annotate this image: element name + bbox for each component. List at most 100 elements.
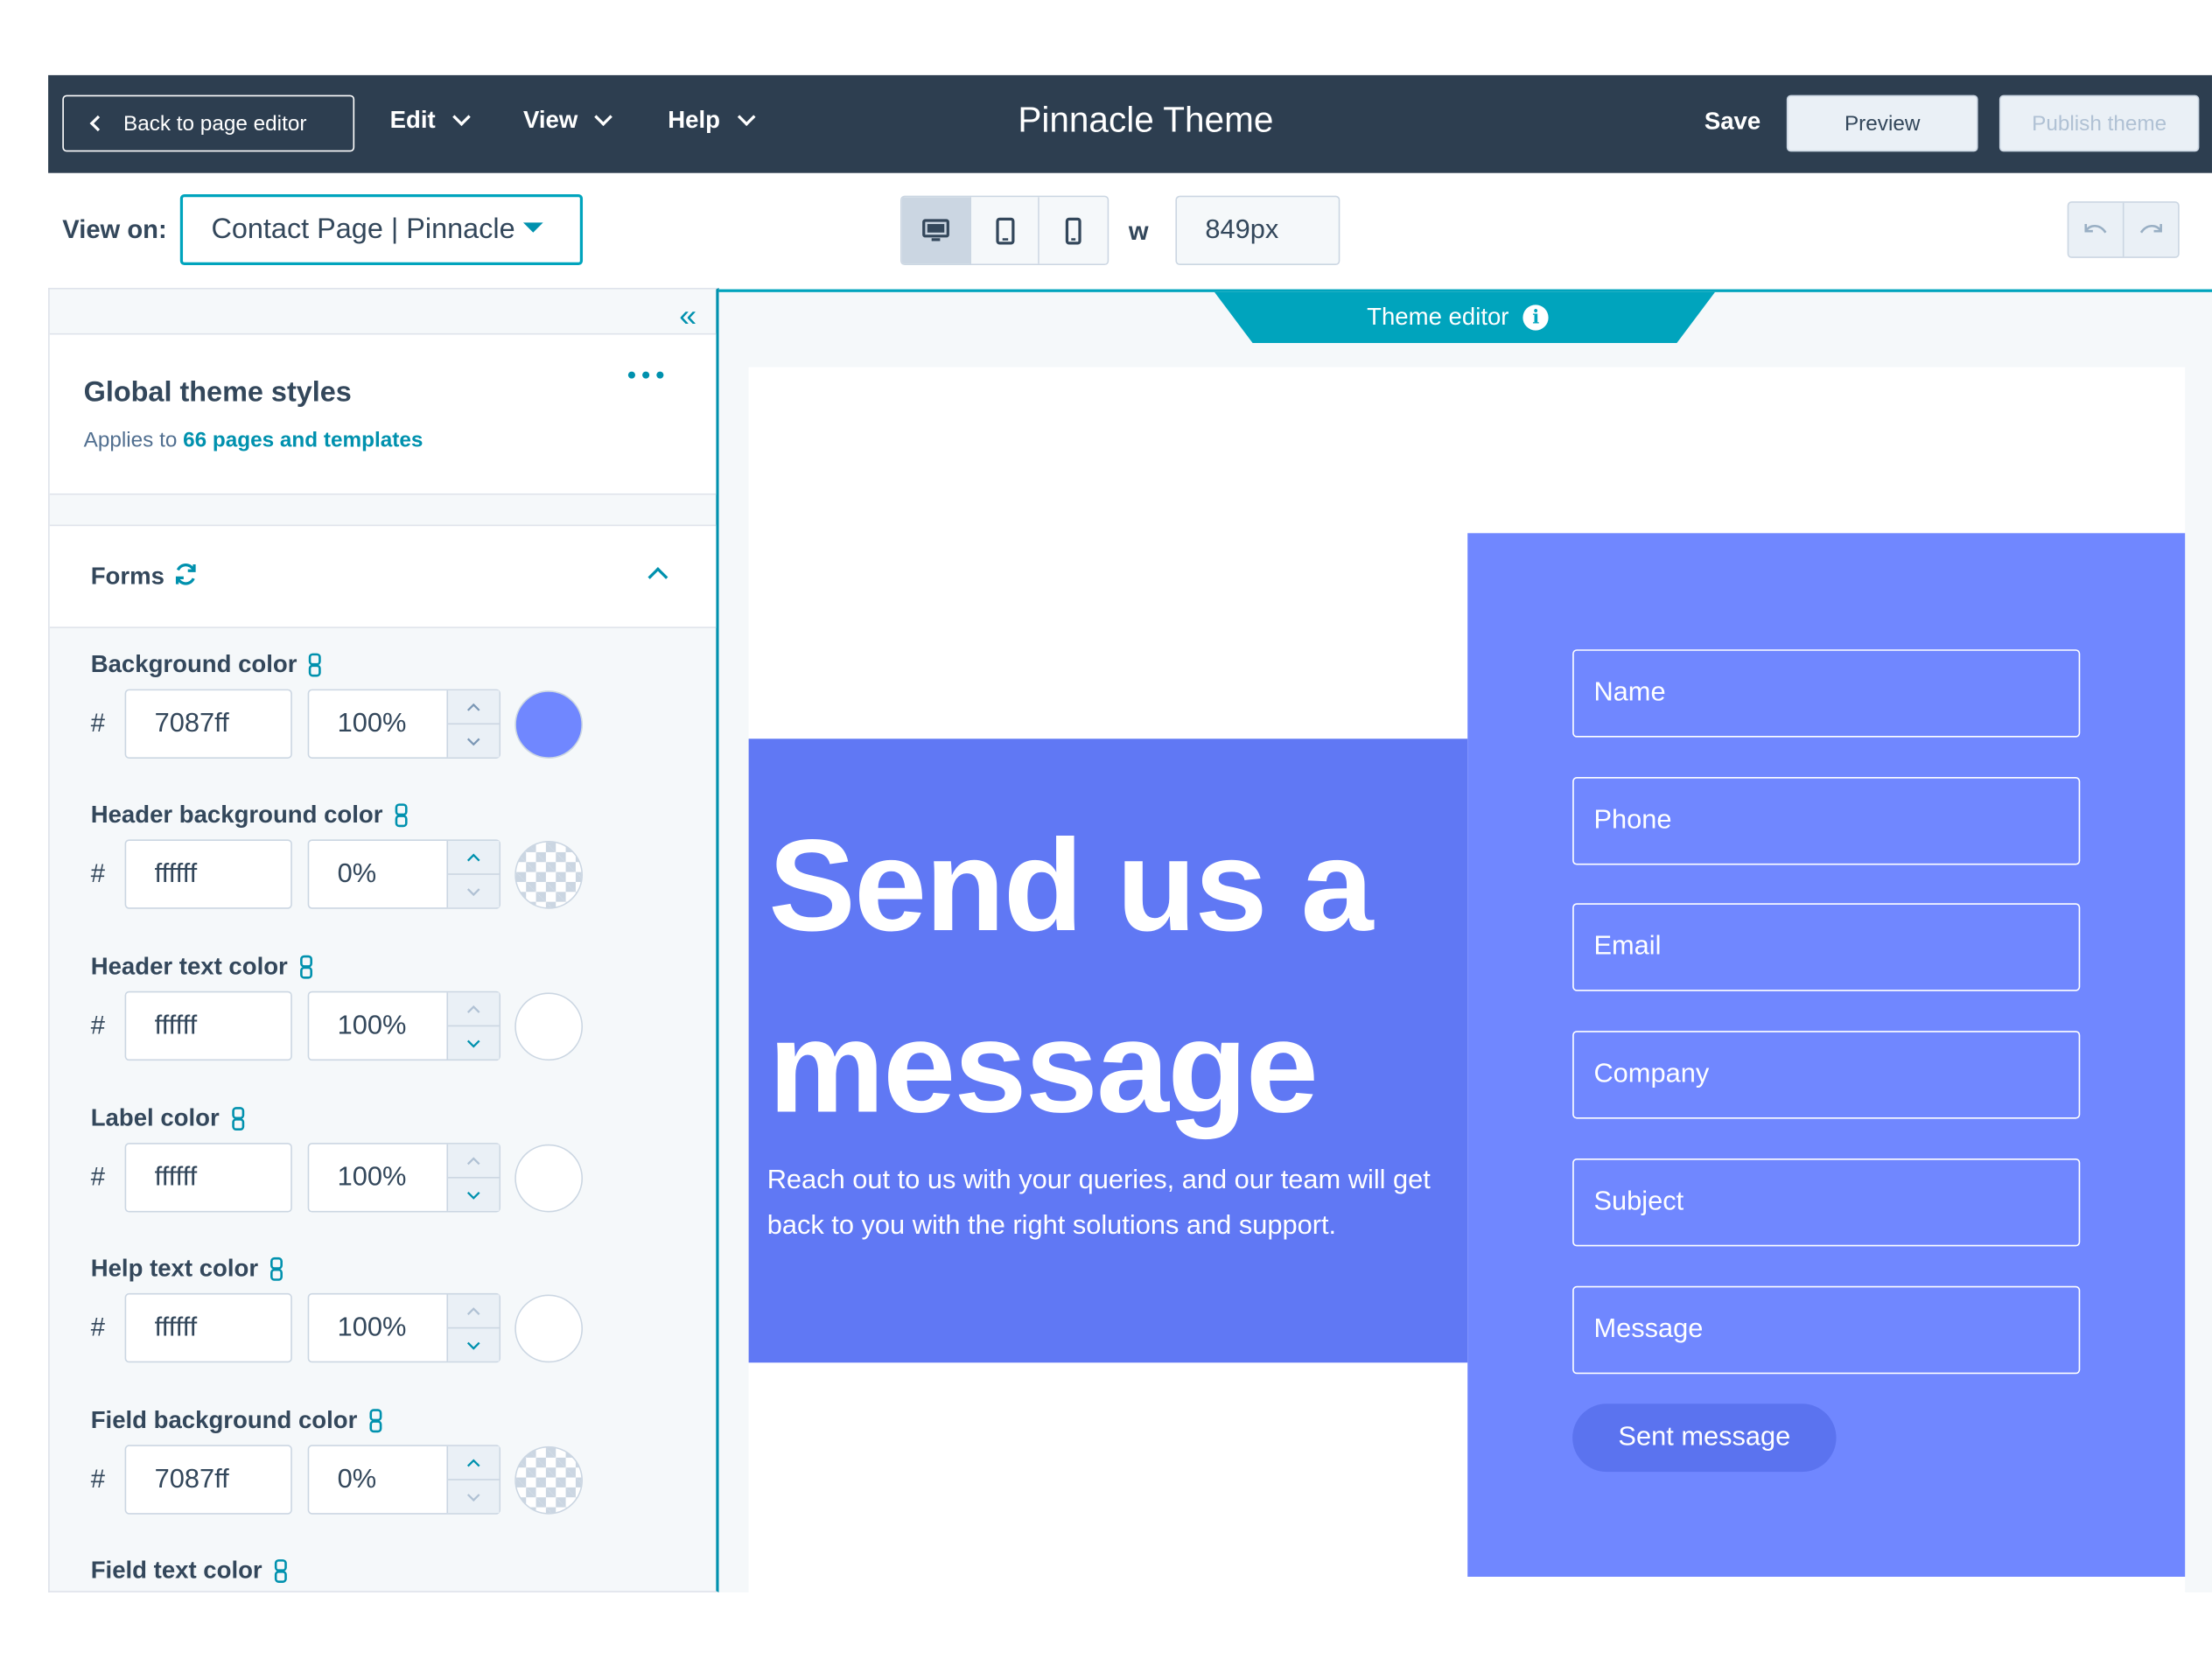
hex-color-input[interactable]: ffffff (124, 1292, 292, 1363)
sync-icon (175, 564, 196, 585)
hash-symbol: # (90, 709, 105, 738)
contact-page-preview: Send us a message Reach out to us with y… (748, 367, 2186, 1592)
tablet-view-button[interactable] (970, 197, 1040, 264)
background-color-setting: Background color # 7087ff 100% (90, 649, 687, 759)
opacity-value[interactable]: 0% (309, 841, 446, 907)
opacity-value[interactable]: 100% (309, 690, 446, 757)
chevron-up-icon[interactable] (448, 1295, 500, 1329)
hex-color-input[interactable]: ffffff (124, 1143, 292, 1213)
color-swatch[interactable] (514, 992, 584, 1061)
hash-symbol: # (90, 1011, 105, 1040)
undo-redo-group (2067, 201, 2180, 258)
link-icon[interactable] (299, 955, 313, 980)
setting-label: Background color (90, 650, 298, 678)
hash-symbol: # (90, 1312, 105, 1341)
opacity-input: 100% (307, 1143, 501, 1213)
desktop-view-button[interactable] (901, 197, 971, 264)
global-theme-styles-card: Global theme styles Applies to 66 pages … (49, 332, 717, 495)
setting-label: Field background color (90, 1406, 358, 1434)
chevron-up-icon[interactable] (448, 690, 500, 725)
redo-icon (2139, 224, 2162, 234)
link-icon[interactable] (308, 652, 322, 677)
link-icon[interactable] (368, 1408, 382, 1433)
setting-label: Header background color (90, 801, 383, 829)
hash-symbol: # (90, 859, 105, 888)
contact-form: Name Phone Email Company Subject Message… (1467, 533, 2186, 1577)
publish-theme-button[interactable]: Publish theme (1998, 94, 2200, 152)
hex-color-input[interactable]: 7087ff (124, 689, 292, 759)
more-options-icon[interactable] (627, 371, 664, 379)
label-color-setting: Label color # ffffff 100% (90, 1103, 687, 1213)
forms-section-header[interactable]: Forms (49, 524, 717, 628)
opacity-input: 100% (307, 990, 501, 1061)
opacity-value[interactable]: 100% (309, 1144, 446, 1211)
applies-to-prefix: Applies to (83, 428, 178, 452)
message-field[interactable]: Message (1572, 1285, 2081, 1375)
global-theme-styles-title: Global theme styles (83, 377, 352, 409)
caret-down-icon (523, 221, 544, 232)
redo-button[interactable] (2124, 203, 2179, 257)
opacity-stepper (446, 1144, 500, 1211)
email-field[interactable]: Email (1572, 903, 2081, 991)
opacity-input: 0% (307, 839, 501, 909)
preview-button[interactable]: Preview (1786, 94, 1978, 152)
setting-label: Header text color (90, 952, 288, 980)
subject-field[interactable]: Subject (1572, 1158, 2081, 1247)
color-swatch[interactable] (514, 1294, 584, 1363)
chevron-down-icon[interactable] (448, 875, 499, 907)
width-input[interactable]: 849px (1175, 195, 1340, 266)
link-icon[interactable] (274, 1558, 288, 1584)
color-swatch[interactable] (514, 1446, 584, 1515)
setting-label: Label color (90, 1104, 220, 1132)
link-icon[interactable] (270, 1256, 284, 1282)
mobile-view-button[interactable] (1040, 197, 1108, 264)
opacity-value[interactable]: 100% (309, 992, 446, 1059)
header-background-color-setting: Header background color # ffffff 0% (90, 800, 687, 909)
theme-editor-tab-label: Theme editor (1367, 303, 1509, 331)
help-text-color-setting: Help text color # ffffff 100% (91, 1254, 687, 1363)
view-on-select[interactable]: Contact Page | Pinnacle (179, 194, 584, 266)
send-message-button[interactable]: Sent message (1572, 1404, 1837, 1473)
link-icon[interactable] (231, 1106, 245, 1131)
opacity-stepper (446, 992, 500, 1060)
chevron-up-icon (648, 567, 668, 588)
collapse-sidebar-icon[interactable]: « (679, 298, 696, 334)
field-text-color-setting: Field text color (91, 1556, 687, 1587)
save-button[interactable]: Save (1704, 108, 1760, 136)
applies-to-text: Applies to 66 pages and templates (84, 428, 424, 452)
hash-symbol: # (90, 1464, 105, 1494)
preview-canvas: Theme editor i Send us a message Reach o… (718, 289, 2212, 1592)
chevron-down-icon[interactable] (448, 1179, 499, 1211)
hex-color-input[interactable]: ffffff (124, 990, 292, 1061)
hex-color-input[interactable]: 7087ff (124, 1445, 292, 1515)
company-field[interactable]: Company (1572, 1031, 2081, 1119)
tablet-icon (995, 216, 1014, 244)
color-swatch[interactable] (514, 690, 584, 759)
chevron-down-icon[interactable] (448, 724, 499, 757)
chevron-down-icon[interactable] (448, 1026, 499, 1059)
forms-section-title: Forms (90, 563, 164, 591)
chevron-up-icon[interactable] (448, 992, 500, 1027)
chevron-up-icon[interactable] (448, 1446, 500, 1480)
color-swatch[interactable] (514, 840, 584, 909)
link-icon[interactable] (394, 802, 408, 828)
pages-templates-link[interactable]: 66 pages and templates (183, 428, 423, 452)
chevron-up-icon[interactable] (448, 1144, 500, 1179)
undo-button[interactable] (2068, 202, 2124, 257)
color-swatch[interactable] (514, 1144, 584, 1213)
desktop-icon (921, 218, 949, 241)
hero-heading: Send us a message (768, 814, 1373, 1140)
opacity-value[interactable]: 100% (309, 1295, 446, 1362)
chevron-down-icon[interactable] (448, 1328, 499, 1361)
hex-color-input[interactable]: ffffff (124, 839, 292, 909)
info-icon[interactable]: i (1522, 304, 1549, 331)
opacity-value[interactable]: 0% (309, 1446, 446, 1513)
device-switcher (900, 195, 1110, 266)
field-background-color-setting: Field background color # 7087ff 0% (90, 1405, 687, 1515)
opacity-stepper (446, 1446, 500, 1514)
chevron-up-icon[interactable] (448, 841, 500, 875)
name-field[interactable]: Name (1572, 649, 2081, 738)
phone-field[interactable]: Phone (1572, 777, 2081, 865)
chevron-down-icon[interactable] (448, 1480, 499, 1513)
opacity-stepper (446, 690, 500, 758)
